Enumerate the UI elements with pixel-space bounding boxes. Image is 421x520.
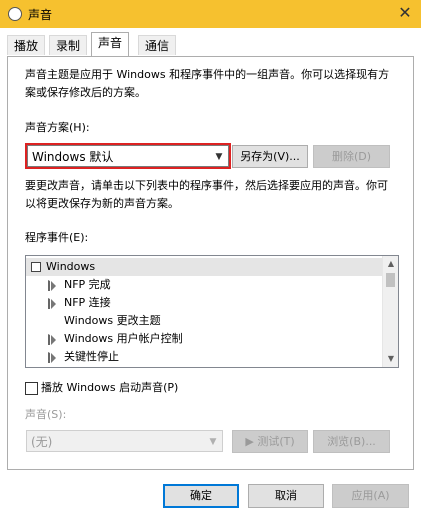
program-events-label: 程序事件(E): xyxy=(25,231,89,244)
events-scrollbar[interactable]: ▲ ▼ xyxy=(382,256,398,367)
scroll-down-icon[interactable]: ▼ xyxy=(383,351,398,367)
list-item-label: 关键性停止 xyxy=(64,350,119,363)
tab-strip: 播放 录制 声音 通信 xyxy=(7,32,414,56)
window-title: 声音 xyxy=(28,8,53,22)
test-button-label: 测试(T) xyxy=(257,435,295,448)
cancel-button[interactable]: 取消 xyxy=(248,484,324,508)
test-button[interactable]: ▶ 测试(T) xyxy=(232,430,308,453)
chevron-down-icon: ▼ xyxy=(209,437,217,447)
ok-button[interactable]: 确定 xyxy=(163,484,239,508)
instructions-line-1: 要更改声音，请单击以下列表中的程序事件，然后选择要应用的声音。你可 xyxy=(25,179,388,192)
description-line-2: 案或保存修改后的方案。 xyxy=(25,86,146,99)
tab-recording[interactable]: 录制 xyxy=(49,35,88,55)
title-bar: 声音 ✕ xyxy=(0,0,421,28)
save-as-button[interactable]: 另存为(V)... xyxy=(232,145,308,168)
list-item[interactable]: NFP 连接 xyxy=(26,294,382,312)
sounds-panel: 声音主题是应用于 Windows 和程序事件中的一组声音。你可以选择现有方 案或… xyxy=(7,56,414,470)
sound-scheme-label: 声音方案(H): xyxy=(25,121,90,134)
list-item-label: Windows xyxy=(46,260,96,273)
speaker-icon xyxy=(48,352,58,363)
description-line-1: 声音主题是应用于 Windows 和程序事件中的一组声音。你可以选择现有方 xyxy=(25,68,390,81)
scroll-up-icon[interactable]: ▲ xyxy=(383,256,398,272)
scroll-thumb[interactable] xyxy=(386,273,395,287)
speaker-app-icon xyxy=(8,7,22,21)
list-item[interactable]: Windows xyxy=(26,258,382,276)
delete-button[interactable]: 删除(D) xyxy=(313,145,390,168)
program-events-list[interactable]: Windows NFP 完成 NFP 连接 Windows 更改主题 Windo… xyxy=(25,255,399,368)
scheme-highlight-box xyxy=(25,143,231,169)
sound-select[interactable]: (无) ▼ xyxy=(26,430,223,452)
tab-playback[interactable]: 播放 xyxy=(7,35,46,55)
speaker-icon xyxy=(48,280,58,291)
apply-button[interactable]: 应用(A) xyxy=(332,484,409,508)
list-item[interactable]: 关键性停止 xyxy=(26,348,382,366)
list-item-label: NFP 连接 xyxy=(64,296,111,309)
close-icon[interactable]: ✕ xyxy=(393,2,417,24)
tab-sounds[interactable]: 声音 xyxy=(91,32,130,56)
list-item-label: Windows 更改主题 xyxy=(64,314,161,327)
browse-button[interactable]: 浏览(B)... xyxy=(313,430,390,453)
windows-icon xyxy=(31,262,41,272)
sound-select-value: (无) xyxy=(31,435,53,449)
list-item-label: NFP 完成 xyxy=(64,278,111,291)
startup-sound-label[interactable]: 播放 Windows 启动声音(P) xyxy=(41,379,178,397)
list-item[interactable]: NFP 完成 xyxy=(26,276,382,294)
speaker-icon xyxy=(48,298,58,309)
speaker-icon xyxy=(48,334,58,345)
sounds-label: 声音(S): xyxy=(25,408,67,421)
play-icon: ▶ xyxy=(245,435,258,448)
startup-sound-checkbox[interactable] xyxy=(25,382,38,395)
tab-communications[interactable]: 通信 xyxy=(138,35,177,55)
list-item[interactable]: Windows 用户帐户控制 xyxy=(26,330,382,348)
list-item[interactable]: Windows 更改主题 xyxy=(26,312,382,330)
list-item-label: Windows 用户帐户控制 xyxy=(64,332,183,345)
instructions-line-2: 以将更改保存为新的声音方案。 xyxy=(25,197,179,210)
